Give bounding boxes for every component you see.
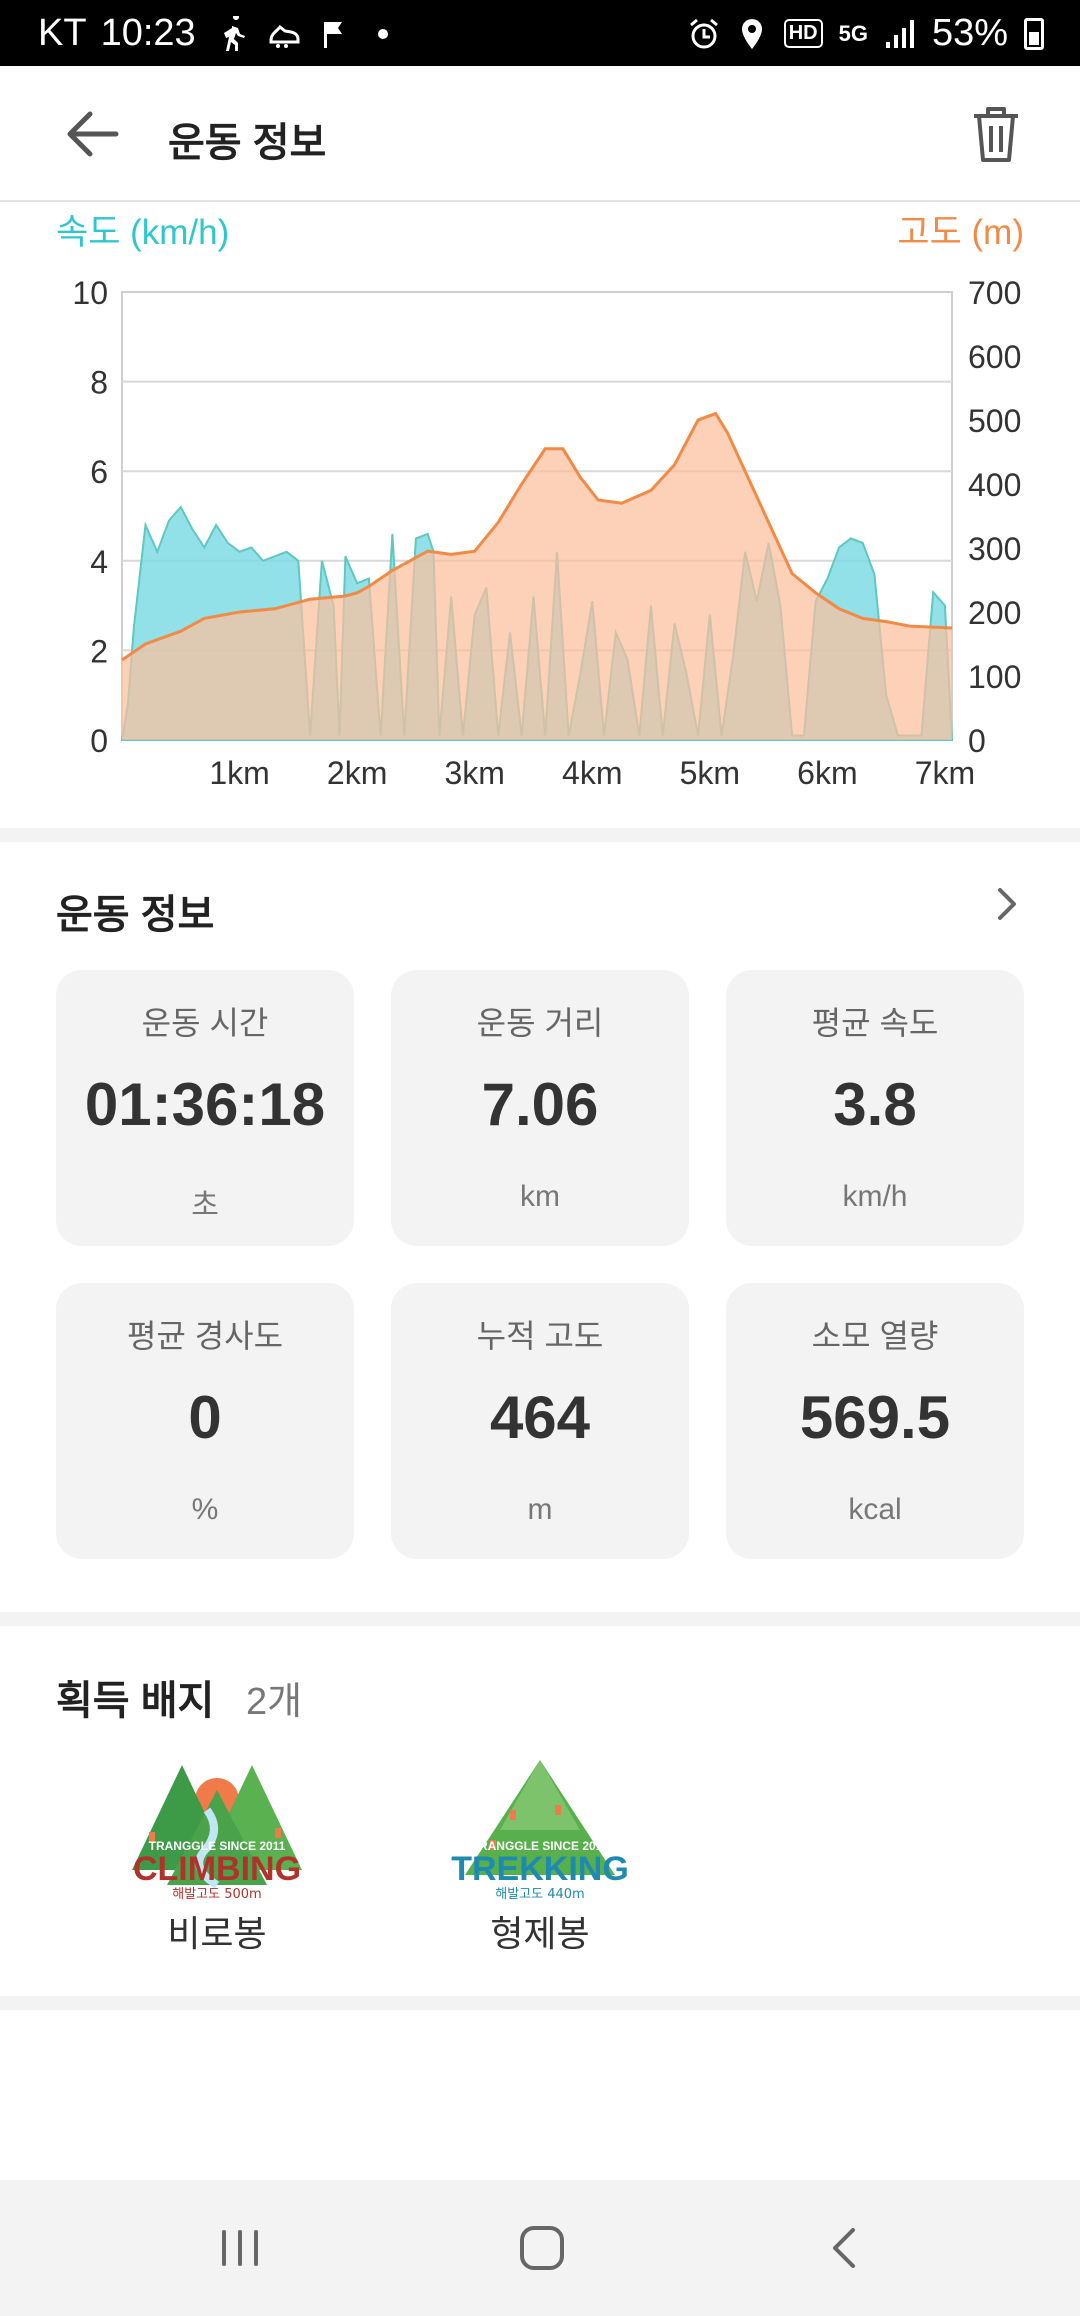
stat-unit: % — [191, 1493, 219, 1526]
x-tick-label: 4km — [562, 755, 622, 791]
x-tick-label: 3km — [444, 755, 504, 791]
stat-label: 운동 시간 — [141, 1005, 269, 1041]
speed-altitude-chart: 0 2 4 6 8 10 0 100 200 300 400 500 600 700 1km 2km 3km 4k… — [0, 202, 1080, 828]
status-left: KT 10:23 — [38, 12, 388, 55]
system-nav-bar — [0, 2180, 1080, 2316]
chart-svg: 024681001002003004005006007001km 2km 3km 4k… — [72, 275, 1021, 791]
x-tick-label: 7km — [915, 755, 975, 791]
signal-icon — [885, 19, 914, 48]
right-tick-label: 100 — [968, 659, 1021, 695]
stat-label: 운동 거리 — [476, 1005, 604, 1041]
left-tick-label: 6 — [90, 454, 108, 490]
stat-unit: m — [527, 1493, 553, 1526]
location-icon — [741, 18, 762, 49]
chevron-right-icon[interactable] — [988, 882, 1024, 926]
stat-label: 평균 경사도 — [126, 1318, 284, 1354]
right-tick-label: 300 — [968, 531, 1021, 567]
right-tick-label: 200 — [968, 595, 1021, 631]
stat-unit: km/h — [842, 1180, 908, 1213]
arrow-left-icon[interactable] — [60, 104, 130, 164]
badge-name: 형제봉 — [490, 1913, 590, 1954]
battery-icon — [1024, 17, 1044, 50]
hd-badge: HD — [783, 19, 823, 48]
badges-section-title: 획득 배지 — [56, 1679, 215, 1723]
shoe-icon — [269, 24, 300, 48]
flag-icon — [323, 21, 342, 48]
section-divider — [0, 1612, 1080, 1626]
x-tick-label: 2km — [327, 755, 387, 791]
status-bar: KT 10:23 HD 5G 53% — [0, 0, 1080, 66]
stat-value: 569.5 — [799, 1384, 951, 1451]
right-tick-label: 0 — [968, 723, 986, 759]
exercise-section-title: 운동 정보 — [56, 893, 215, 937]
x-tick-label: 1km — [209, 755, 269, 791]
hiking-icon — [223, 15, 245, 51]
badges-count: 2개 — [246, 1681, 303, 1723]
stat-label: 평균 속도 — [811, 1005, 939, 1041]
section-divider — [0, 1996, 1080, 2010]
right-tick-label: 600 — [968, 339, 1021, 375]
stat-value: 7.06 — [481, 1071, 599, 1138]
stat-value: 0 — [188, 1384, 222, 1451]
left-tick-label: 2 — [90, 633, 108, 669]
stat-value: 464 — [489, 1384, 591, 1451]
x-tick-label: 6km — [797, 755, 857, 791]
battery-percent: 53% — [931, 12, 1008, 54]
right-tick-label: 500 — [968, 403, 1021, 439]
stat-card-avg-speed: 평균 속도 3.8 km/h — [726, 970, 1024, 1246]
badge-logo-text: CLIMBING — [133, 1850, 301, 1888]
altitude-axis-label: 고도 (m) — [897, 213, 1024, 252]
badge-sub-text: 해발고도 440m — [495, 1887, 584, 1902]
stat-unit: km — [520, 1180, 560, 1213]
trash-icon[interactable] — [964, 102, 1028, 166]
x-tick-label: 5km — [680, 755, 740, 791]
dot-icon — [377, 28, 388, 39]
stat-unit: 초 — [191, 1189, 219, 1222]
stat-card-avg-slope: 평균 경사도 0 % — [56, 1283, 354, 1559]
left-tick-label: 10 — [72, 275, 108, 311]
badge-logo-text: TREKKING — [451, 1850, 629, 1888]
stat-value: 3.8 — [833, 1071, 917, 1138]
app-bar: 운동 정보 — [0, 66, 1080, 202]
stat-card-duration: 운동 시간 01:36:18 초 — [56, 970, 354, 1246]
stat-card-distance: 운동 거리 7.06 km — [391, 970, 689, 1246]
left-tick-label: 4 — [90, 544, 108, 580]
section-divider — [0, 828, 1080, 842]
recent-apps-icon[interactable] — [210, 2220, 270, 2276]
page-title: 운동 정보 — [168, 121, 327, 165]
stat-card-calories: 소모 열량 569.5 kcal — [726, 1283, 1024, 1559]
stat-unit: kcal — [848, 1493, 902, 1526]
speed-axis-label: 속도 (km/h) — [56, 213, 230, 252]
status-right: HD 5G 53% — [688, 12, 1044, 55]
left-tick-label: 8 — [90, 365, 108, 401]
carrier-label: KT — [38, 12, 87, 54]
stat-label: 누적 고도 — [476, 1318, 604, 1354]
left-tick-label: 0 — [90, 723, 108, 759]
stat-value: 01:36:18 — [84, 1071, 326, 1138]
badge-sub-text: 해발고도 500m — [172, 1887, 261, 1902]
clock: 10:23 — [100, 12, 196, 54]
right-tick-label: 400 — [968, 467, 1021, 503]
right-tick-label: 700 — [968, 275, 1021, 311]
home-icon[interactable] — [512, 2220, 572, 2276]
badge-name: 비로봉 — [167, 1913, 267, 1954]
back-chevron-icon[interactable] — [815, 2220, 875, 2276]
alarm-icon — [689, 18, 718, 48]
5g-badge: 5G — [838, 20, 868, 46]
stat-card-elevation-gain: 누적 고도 464 m — [391, 1283, 689, 1559]
stat-label: 소모 열량 — [811, 1318, 939, 1354]
